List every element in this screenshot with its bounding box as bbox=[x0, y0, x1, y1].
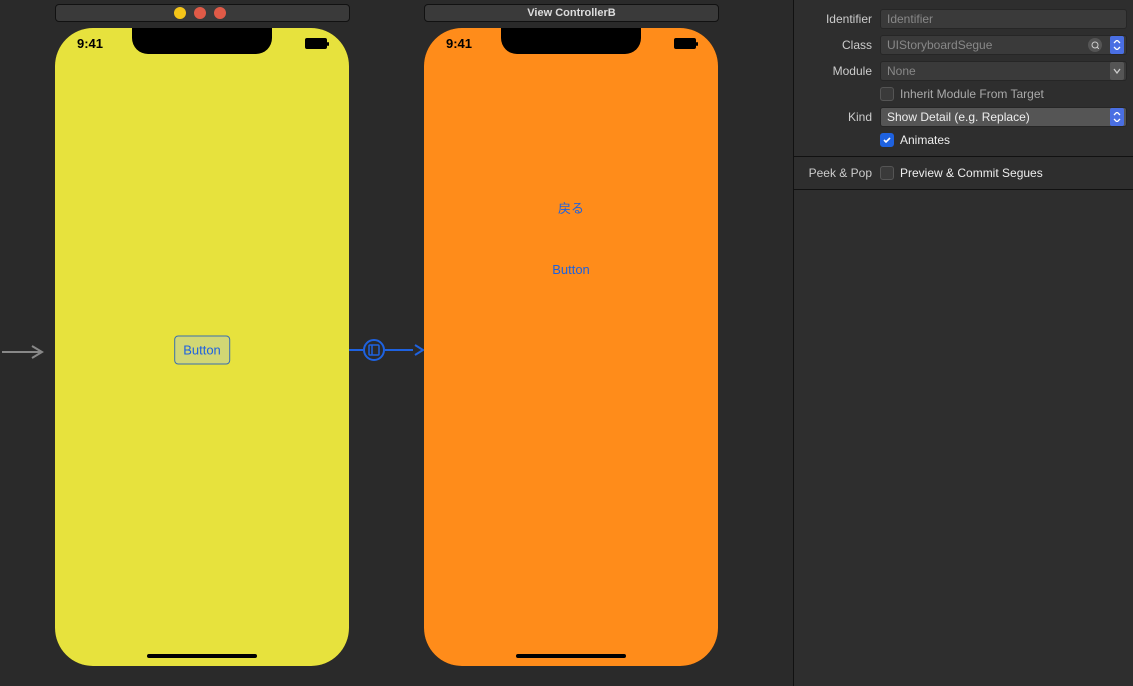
animates-label: Animates bbox=[900, 133, 950, 147]
vc-icon bbox=[174, 7, 186, 19]
class-label: Class bbox=[800, 38, 872, 52]
battery-icon bbox=[674, 38, 696, 49]
status-time: 9:41 bbox=[77, 36, 103, 51]
home-indicator bbox=[516, 654, 626, 658]
animates-checkbox[interactable] bbox=[880, 133, 894, 147]
peekpop-label: Peek & Pop bbox=[800, 166, 872, 180]
class-field[interactable]: UIStoryboardSegue bbox=[880, 35, 1127, 55]
first-responder-icon bbox=[194, 7, 206, 19]
scene-a-view[interactable]: 9:41 Button bbox=[55, 28, 349, 666]
identifier-placeholder: Identifier bbox=[887, 12, 933, 26]
kind-dropdown-icon[interactable] bbox=[1110, 108, 1124, 126]
class-dropdown-icon[interactable] bbox=[1110, 36, 1124, 54]
scene-a-titlebar[interactable] bbox=[55, 4, 350, 22]
battery-icon bbox=[305, 38, 327, 49]
scene-b-back-button[interactable]: 戻る bbox=[558, 198, 584, 217]
scene-b-phone[interactable]: 9:41 戻る Button bbox=[424, 28, 718, 666]
inherit-module-label: Inherit Module From Target bbox=[900, 87, 1044, 101]
inspector-separator bbox=[794, 189, 1133, 190]
inherit-module-checkbox[interactable] bbox=[880, 87, 894, 101]
home-indicator bbox=[147, 654, 257, 658]
module-value: None bbox=[887, 64, 916, 78]
kind-value: Show Detail (e.g. Replace) bbox=[887, 110, 1030, 124]
scene-a-button[interactable]: Button bbox=[174, 336, 230, 365]
module-label: Module bbox=[800, 64, 872, 78]
scene-b-button[interactable]: Button bbox=[552, 262, 590, 277]
attributes-inspector: Identifier Identifier Class UIStoryboard… bbox=[793, 0, 1133, 686]
scene-b-titlebar[interactable]: View ControllerB bbox=[424, 4, 719, 22]
status-bar: 9:41 bbox=[55, 36, 349, 51]
status-time: 9:41 bbox=[446, 36, 472, 51]
module-dropdown-icon[interactable] bbox=[1110, 62, 1124, 80]
entry-point-arrow[interactable] bbox=[2, 344, 52, 364]
kind-label: Kind bbox=[800, 110, 872, 124]
module-field[interactable]: None bbox=[880, 61, 1127, 81]
scene-a-phone[interactable]: 9:41 Button bbox=[55, 28, 349, 666]
status-bar: 9:41 bbox=[424, 36, 718, 51]
class-value: UIStoryboardSegue bbox=[887, 38, 992, 52]
scene-b-view[interactable]: 9:41 戻る Button bbox=[424, 28, 718, 666]
storyboard-canvas[interactable]: View ControllerB 9:41 Button bbox=[0, 0, 793, 686]
inspector-separator bbox=[794, 156, 1133, 157]
preview-commit-checkbox[interactable] bbox=[880, 166, 894, 180]
segue-arrow[interactable] bbox=[349, 339, 425, 361]
exit-icon bbox=[214, 7, 226, 19]
preview-commit-label: Preview & Commit Segues bbox=[900, 166, 1043, 180]
add-class-icon[interactable] bbox=[1088, 38, 1102, 52]
segue-kind-icon bbox=[363, 339, 385, 361]
kind-select[interactable]: Show Detail (e.g. Replace) bbox=[880, 107, 1127, 127]
identifier-field[interactable]: Identifier bbox=[880, 9, 1127, 29]
scene-b-title-text: View ControllerB bbox=[527, 7, 615, 19]
identifier-label: Identifier bbox=[800, 12, 872, 26]
